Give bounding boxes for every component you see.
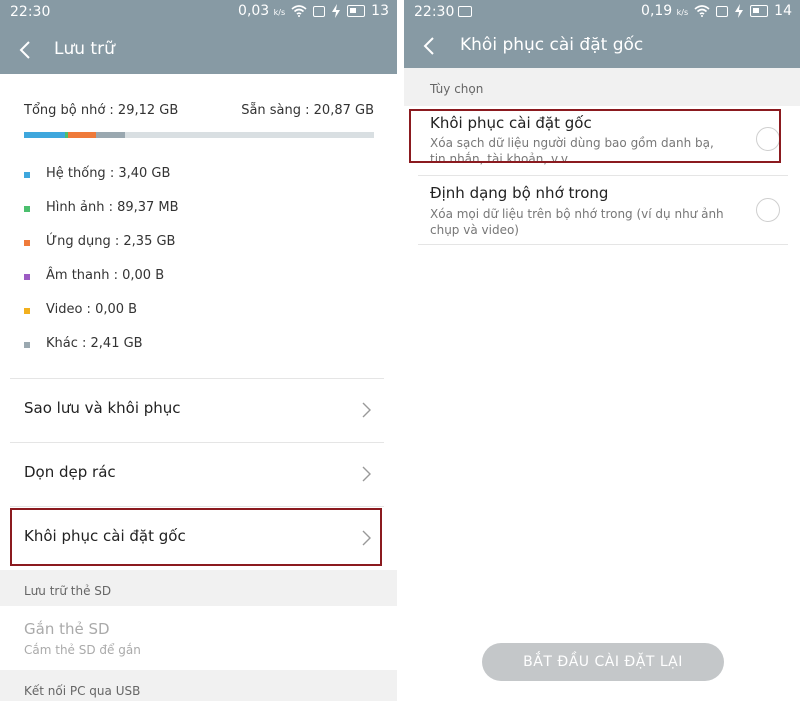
legend-item: Hệ thống : 3,40 GB	[24, 166, 364, 184]
battery-level: 13	[371, 3, 389, 19]
page-title: Lưu trữ	[54, 39, 115, 59]
available-storage: Sẵn sàng : 20,87 GB	[241, 103, 374, 118]
legend-label: Hệ thống : 3,40 GB	[46, 166, 171, 181]
legend-label: Ứng dụng : 2,35 GB	[46, 234, 176, 249]
menu-item-label: Sao lưu và khôi phục	[24, 399, 181, 417]
app-bar: Lưu trữ	[0, 26, 397, 74]
status-time: 22:30	[414, 4, 455, 20]
divider	[418, 244, 788, 245]
factory-reset-screen: 22:30 0,19 k/s 14 Khôi phục cài đặt gốc …	[404, 0, 800, 701]
back-arrow-icon[interactable]	[16, 40, 36, 60]
legend-label: Âm thanh : 0,00 B	[46, 268, 165, 283]
divider	[418, 175, 788, 176]
storage-summary: Tổng bộ nhớ : 29,12 GB Sẵn sàng : 20,87 …	[24, 103, 374, 118]
page-title: Khôi phục cài đặt gốc	[460, 35, 644, 55]
chevron-right-icon	[362, 466, 371, 482]
sd-section-label: Lưu trữ thẻ SD	[24, 584, 112, 598]
usb-section-header: Kết nối PC qua USB	[0, 670, 397, 701]
legend-label: Video : 0,00 B	[46, 302, 138, 317]
backup-restore-item[interactable]: Sao lưu và khôi phục	[10, 379, 384, 441]
legend-color-dot	[24, 206, 30, 212]
screenshot-root: 22:30 0,03 k/s 13 Lưu trữ Tổng bộ nhớ : …	[0, 0, 800, 701]
total-storage: Tổng bộ nhớ : 29,12 GB	[24, 103, 179, 118]
storage-segment	[67, 132, 97, 138]
legend-item: Hình ảnh : 89,37 MB	[24, 200, 364, 218]
status-bar: 22:30 0,03 k/s 13	[0, 0, 397, 26]
usb-section-label: Kết nối PC qua USB	[24, 684, 141, 698]
mount-sd-title: Gắn thẻ SD	[24, 620, 110, 638]
notification-icon	[313, 5, 326, 17]
wifi-icon	[291, 5, 307, 17]
legend-label: Hình ảnh : 89,37 MB	[46, 200, 179, 215]
option-subtitle: Xóa mọi dữ liệu trên bộ nhớ trong (ví dụ…	[430, 207, 724, 237]
option-title: Định dạng bộ nhớ trong	[430, 184, 609, 202]
battery-level: 14	[774, 3, 792, 19]
network-speed: 0,03 k/s	[238, 3, 285, 19]
network-speed-unit: k/s	[273, 8, 286, 17]
storage-screen: 22:30 0,03 k/s 13 Lưu trữ Tổng bộ nhớ : …	[0, 0, 397, 701]
junk-cleanup-item[interactable]: Dọn dẹp rác	[10, 443, 384, 505]
legend-item: Khác : 2,41 GB	[24, 336, 364, 354]
menu-item-label: Dọn dẹp rác	[24, 463, 116, 481]
mount-sd-subtitle: Cắm thẻ SD để gắn	[24, 643, 141, 657]
legend-item: Ứng dụng : 2,35 GB	[24, 234, 364, 252]
battery-icon	[750, 5, 769, 17]
highlight-box	[409, 109, 781, 163]
legend-color-dot	[24, 274, 30, 280]
radio-button[interactable]	[756, 198, 780, 222]
legend-color-dot	[24, 308, 30, 314]
wifi-icon	[694, 5, 710, 17]
start-reset-button[interactable]: BẮT ĐẦU CÀI ĐẶT LẠI	[482, 643, 724, 681]
network-speed-unit: k/s	[676, 8, 689, 17]
options-header: Tùy chọn	[430, 82, 484, 96]
storage-usage-bar	[24, 132, 374, 138]
status-right-group: 0,19 k/s 14	[641, 3, 792, 19]
legend-item: Âm thanh : 0,00 B	[24, 268, 364, 286]
storage-segment	[24, 132, 65, 138]
legend-label: Khác : 2,41 GB	[46, 336, 143, 351]
back-arrow-icon[interactable]	[420, 36, 440, 56]
charging-icon	[332, 4, 341, 18]
status-time: 22:30	[10, 4, 51, 20]
status-right-group: 0,03 k/s 13	[238, 3, 389, 19]
status-bar: 22:30 0,19 k/s 14	[404, 0, 800, 26]
network-speed-value: 0,03	[238, 3, 270, 19]
sd-section-header: Lưu trữ thẻ SD	[0, 570, 397, 606]
storage-segment	[96, 132, 126, 138]
mount-sd-item: Gắn thẻ SD Cắm thẻ SD để gắn	[0, 606, 397, 670]
image-notification-icon	[458, 6, 472, 17]
network-speed-value: 0,19	[641, 3, 673, 19]
legend-color-dot	[24, 172, 30, 178]
legend-color-dot	[24, 240, 30, 246]
format-internal-storage-option[interactable]: Định dạng bộ nhớ trong Xóa mọi dữ liệu t…	[418, 178, 788, 242]
charging-icon	[735, 4, 744, 18]
panel-separator	[397, 0, 404, 701]
chevron-right-icon	[362, 402, 371, 418]
network-speed: 0,19 k/s	[641, 3, 688, 19]
battery-icon	[347, 5, 366, 17]
notification-icon	[716, 5, 729, 17]
app-bar: Khôi phục cài đặt gốc	[404, 26, 800, 68]
legend-item: Video : 0,00 B	[24, 302, 364, 320]
highlight-box	[10, 508, 382, 566]
legend-color-dot	[24, 342, 30, 348]
